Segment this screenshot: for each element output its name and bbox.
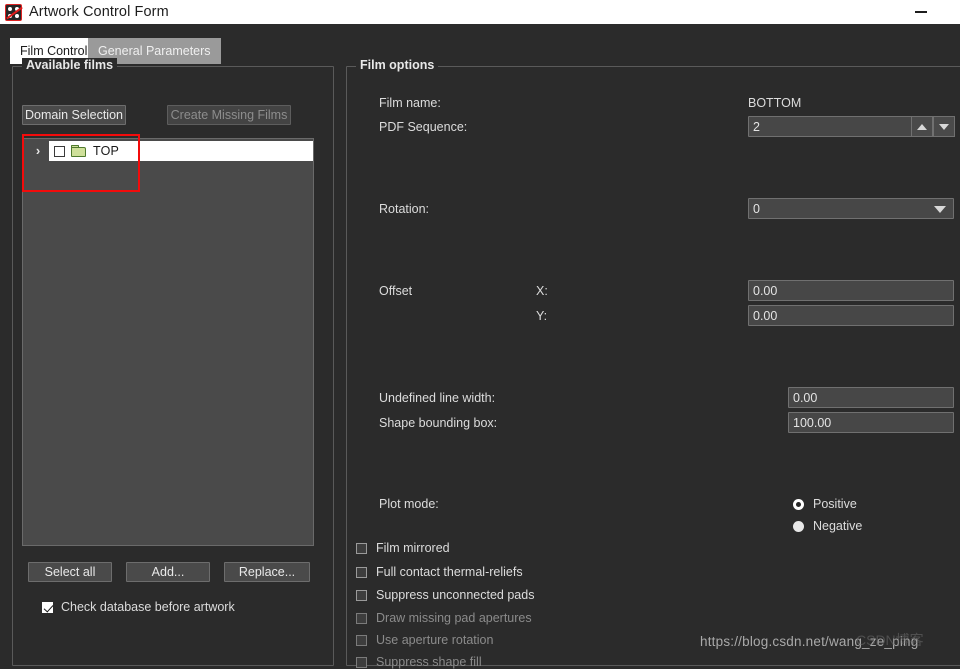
offset-x-input[interactable]: 0.00 bbox=[748, 280, 954, 301]
folder-icon bbox=[71, 145, 86, 157]
undefined-line-width-input[interactable]: 0.00 bbox=[788, 387, 954, 408]
checkbox-box bbox=[356, 612, 367, 624]
suppress-shape-fill-checkbox[interactable]: Suppress shape fill bbox=[356, 655, 482, 669]
tree-item-checkbox[interactable] bbox=[54, 145, 65, 157]
offset-label: Offset bbox=[379, 284, 413, 298]
tab-strip: Film Control General Parameters bbox=[0, 24, 960, 64]
pdf-sequence-label: PDF Sequence: bbox=[379, 120, 468, 134]
film-name-label: Film name: bbox=[379, 96, 441, 110]
tree-item-label: TOP bbox=[93, 144, 120, 158]
plot-mode-positive-label: Positive bbox=[813, 497, 857, 511]
film-mirrored-label: Film mirrored bbox=[376, 541, 450, 555]
plot-mode-negative-radio[interactable]: Negative bbox=[793, 519, 862, 533]
draw-missing-pad-apertures-label: Draw missing pad apertures bbox=[376, 611, 532, 625]
replace-button[interactable]: Replace... bbox=[224, 562, 310, 582]
undefined-line-width-label: Undefined line width: bbox=[379, 391, 496, 405]
offset-y-label: Y: bbox=[536, 309, 548, 323]
suppress-shape-fill-label: Suppress shape fill bbox=[376, 655, 482, 669]
films-tree-view[interactable]: › TOP bbox=[22, 138, 314, 546]
pdf-sequence-down-icon[interactable] bbox=[933, 116, 955, 137]
window-title: Artwork Control Form bbox=[29, 4, 169, 20]
film-options-legend: Film options bbox=[356, 58, 439, 72]
plot-mode-label: Plot mode: bbox=[379, 497, 439, 511]
checkbox-box bbox=[356, 634, 367, 646]
tree-item-top[interactable]: TOP bbox=[49, 141, 313, 161]
full-contact-thermal-reliefs-checkbox[interactable]: Full contact thermal-reliefs bbox=[356, 565, 523, 579]
full-contact-thermal-reliefs-label: Full contact thermal-reliefs bbox=[376, 565, 523, 579]
plot-mode-negative-label: Negative bbox=[813, 519, 863, 533]
create-missing-films-button[interactable]: Create Missing Films bbox=[167, 105, 291, 125]
offset-x-label: X: bbox=[536, 284, 548, 298]
suppress-unconnected-pads-checkbox[interactable]: Suppress unconnected pads bbox=[356, 588, 534, 602]
tree-expander-icon[interactable]: › bbox=[31, 143, 45, 159]
chevron-down-icon bbox=[934, 206, 946, 213]
rotation-value: 0 bbox=[753, 201, 760, 216]
checkbox-box bbox=[42, 601, 53, 613]
offset-y-input[interactable]: 0.00 bbox=[748, 305, 954, 326]
checkbox-box bbox=[356, 566, 367, 578]
use-aperture-rotation-label: Use aperture rotation bbox=[376, 633, 494, 647]
domain-selection-button[interactable]: Domain Selection bbox=[22, 105, 126, 125]
pdf-sequence-input[interactable]: 2 bbox=[748, 116, 912, 137]
suppress-unconnected-pads-label: Suppress unconnected pads bbox=[376, 588, 535, 602]
available-films-legend: Available films bbox=[22, 58, 118, 72]
pdf-sequence-up-icon[interactable] bbox=[911, 116, 933, 137]
rotation-select[interactable]: 0 bbox=[748, 198, 954, 219]
checkbox-box bbox=[356, 542, 367, 554]
checkbox-box bbox=[356, 589, 367, 601]
radio-indicator bbox=[793, 498, 804, 510]
draw-missing-pad-apertures-checkbox[interactable]: Draw missing pad apertures bbox=[356, 611, 532, 625]
shape-bounding-box-input[interactable]: 100.00 bbox=[788, 412, 954, 433]
select-all-button[interactable]: Select all bbox=[28, 562, 112, 582]
minimize-button[interactable] bbox=[904, 0, 938, 24]
app-icon bbox=[5, 3, 23, 21]
title-bar: Artwork Control Form bbox=[0, 0, 960, 24]
film-name-value: BOTTOM bbox=[748, 96, 802, 110]
film-mirrored-checkbox[interactable]: Film mirrored bbox=[356, 541, 450, 555]
shape-bounding-box-label: Shape bounding box: bbox=[379, 416, 498, 430]
rotation-label: Rotation: bbox=[379, 202, 430, 216]
plot-mode-positive-radio[interactable]: Positive bbox=[793, 497, 857, 511]
check-database-label: Check database before artwork bbox=[61, 600, 235, 614]
radio-indicator bbox=[793, 520, 804, 532]
use-aperture-rotation-checkbox[interactable]: Use aperture rotation bbox=[356, 633, 493, 647]
add-button[interactable]: Add... bbox=[126, 562, 210, 582]
check-database-before-artwork-checkbox[interactable]: Check database before artwork bbox=[42, 598, 235, 616]
checkbox-box bbox=[356, 656, 367, 668]
